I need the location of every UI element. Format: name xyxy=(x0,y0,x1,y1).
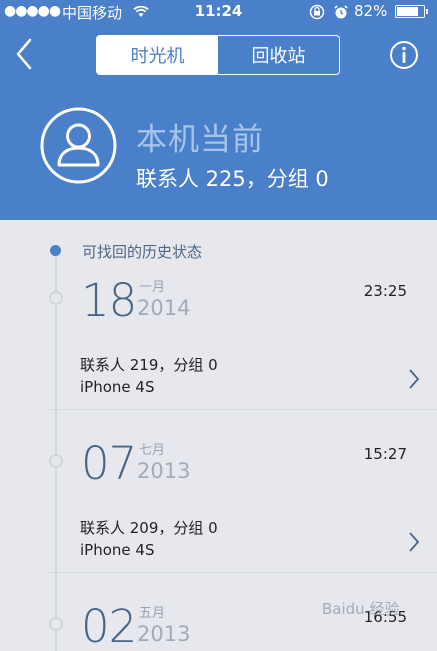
chevron-right-icon xyxy=(409,532,420,552)
page-title: 本机当前 xyxy=(136,122,264,158)
battery-icon xyxy=(395,5,428,18)
battery-fill xyxy=(397,7,418,16)
entry-device: iPhone 4S xyxy=(80,541,155,559)
entry-month: 五月 xyxy=(139,606,166,621)
entry-summary: 联系人 209，分组 0 xyxy=(80,519,218,537)
entry-row[interactable]: 联系人 209，分组 0 iPhone 4S xyxy=(80,517,420,567)
back-icon xyxy=(16,38,32,70)
entry-day: 07 xyxy=(81,437,137,490)
chevron-right-icon xyxy=(409,369,420,389)
entry-year: 2014 xyxy=(137,296,191,320)
battery-percent: 82% xyxy=(354,2,388,20)
entry-row[interactable]: 联系人 219，分组 0 iPhone 4S xyxy=(80,354,420,404)
entry-year: 2013 xyxy=(137,459,191,483)
entry-dot xyxy=(49,454,63,468)
app-screen: ●●●●● 中国移动 11:24 82% 时光机 回收站 本机当前 联系人 22… xyxy=(0,0,437,651)
timeline-line xyxy=(55,250,57,651)
timeline-heading: 可找回的历史状态 xyxy=(82,243,203,261)
info-button[interactable] xyxy=(389,40,419,70)
tab-recycle-bin[interactable]: 回收站 xyxy=(218,36,339,74)
entry-year: 2013 xyxy=(137,622,191,646)
divider xyxy=(46,572,437,573)
entry-time: 15:27 xyxy=(363,445,407,463)
avatar-icon xyxy=(40,107,117,184)
battery-tip xyxy=(426,9,428,14)
current-device-header: 本机当前 联系人 225，分组 0 xyxy=(0,84,437,220)
contact-summary: 联系人 225，分组 0 xyxy=(136,167,329,191)
divider xyxy=(46,409,437,410)
entry-dot xyxy=(49,617,63,631)
entry-day: 18 xyxy=(81,274,137,327)
entry-day: 02 xyxy=(81,600,137,651)
entry-device: iPhone 4S xyxy=(80,378,155,396)
history-timeline: 可找回的历史状态 18 一月 2014 23:25 联系人 219，分组 0 i… xyxy=(0,220,437,651)
status-bar: ●●●●● 中国移动 11:24 82% xyxy=(0,0,437,24)
entry-dot xyxy=(49,291,63,305)
entry-month: 七月 xyxy=(139,443,166,458)
nav-bar: 时光机 回收站 xyxy=(0,24,437,84)
entry-time: 23:25 xyxy=(363,282,407,300)
alarm-icon xyxy=(334,5,348,19)
entry-summary: 联系人 219，分组 0 xyxy=(80,356,218,374)
info-icon xyxy=(390,41,418,69)
watermark: Baidu 经验 xyxy=(322,600,400,618)
tab-time-machine[interactable]: 时光机 xyxy=(97,36,218,74)
back-button[interactable] xyxy=(8,32,44,76)
lock-rotation-icon xyxy=(309,4,325,20)
entry-month: 一月 xyxy=(139,280,166,295)
timeline-start-dot xyxy=(50,245,61,256)
segmented-control: 时光机 回收站 xyxy=(96,35,340,75)
